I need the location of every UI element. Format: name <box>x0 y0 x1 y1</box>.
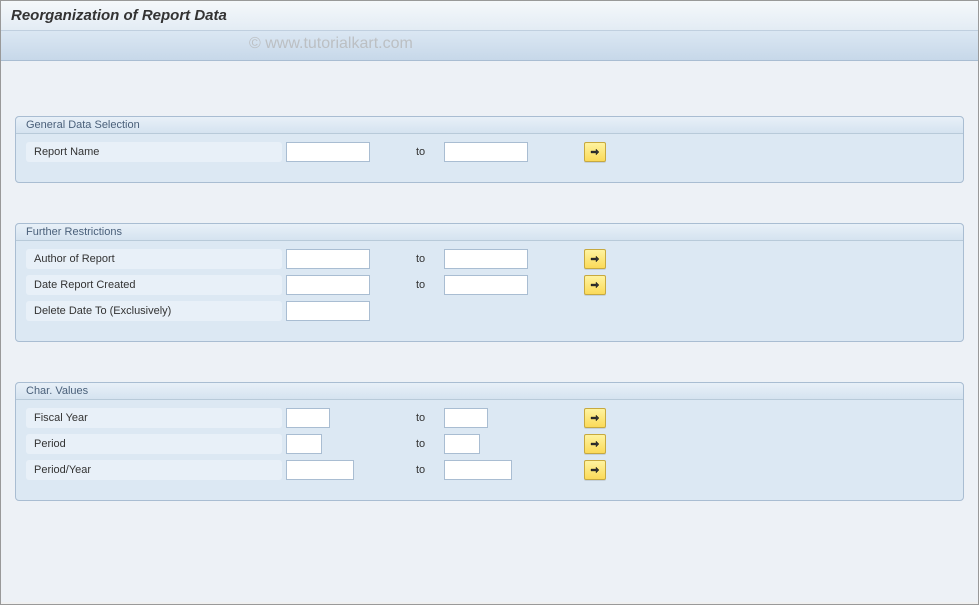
row-report-name: Report Name to <box>26 140 953 164</box>
input-period-year-to[interactable] <box>444 460 512 480</box>
row-author: Author of Report to <box>26 247 953 271</box>
range-button-date-created[interactable] <box>584 275 606 295</box>
section-further-restrictions: Further Restrictions Author of Report to <box>15 223 964 342</box>
input-delete-date[interactable] <box>286 301 370 321</box>
input-report-name-to[interactable] <box>444 142 528 162</box>
range-button-report-name[interactable] <box>584 142 606 162</box>
row-fiscal-year: Fiscal Year to <box>26 406 953 430</box>
label-delete-date: Delete Date To (Exclusively) <box>26 301 282 321</box>
label-date-created: Date Report Created <box>26 275 282 295</box>
section-general-data: General Data Selection Report Name to <box>15 116 964 183</box>
content-area: General Data Selection Report Name to <box>1 61 978 602</box>
input-fiscal-year-to[interactable] <box>444 408 488 428</box>
page-title: Reorganization of Report Data <box>11 7 227 24</box>
input-fiscal-year-from[interactable] <box>286 408 330 428</box>
arrow-right-icon <box>590 147 600 157</box>
label-to: to <box>372 253 444 265</box>
label-to: to <box>372 146 444 158</box>
input-author-from[interactable] <box>286 249 370 269</box>
section-header-further: Further Restrictions <box>16 224 963 241</box>
row-date-created: Date Report Created to <box>26 273 953 297</box>
label-author: Author of Report <box>26 249 282 269</box>
input-date-created-to[interactable] <box>444 275 528 295</box>
watermark: © www.tutorialkart.com <box>249 35 413 53</box>
range-button-fiscal-year[interactable] <box>584 408 606 428</box>
label-report-name: Report Name <box>26 142 282 162</box>
range-button-period[interactable] <box>584 434 606 454</box>
section-header-char-values: Char. Values <box>16 383 963 400</box>
input-report-name-from[interactable] <box>286 142 370 162</box>
input-period-from[interactable] <box>286 434 322 454</box>
input-date-created-from[interactable] <box>286 275 370 295</box>
label-to: to <box>372 464 444 476</box>
label-fiscal-year: Fiscal Year <box>26 408 282 428</box>
input-period-year-from[interactable] <box>286 460 354 480</box>
title-bar: Reorganization of Report Data <box>1 1 978 31</box>
arrow-right-icon <box>590 413 600 423</box>
arrow-right-icon <box>590 465 600 475</box>
section-header-general: General Data Selection <box>16 117 963 134</box>
row-period: Period to <box>26 432 953 456</box>
input-period-to[interactable] <box>444 434 480 454</box>
range-button-author[interactable] <box>584 249 606 269</box>
arrow-right-icon <box>590 439 600 449</box>
label-to: to <box>372 438 444 450</box>
label-to: to <box>372 279 444 291</box>
input-author-to[interactable] <box>444 249 528 269</box>
label-period-year: Period/Year <box>26 460 282 480</box>
row-delete-date: Delete Date To (Exclusively) <box>26 299 953 323</box>
arrow-right-icon <box>590 254 600 264</box>
label-period: Period <box>26 434 282 454</box>
toolbar: © www.tutorialkart.com <box>1 31 978 61</box>
label-to: to <box>372 412 444 424</box>
section-char-values: Char. Values Fiscal Year to Period <box>15 382 964 501</box>
arrow-right-icon <box>590 280 600 290</box>
row-period-year: Period/Year to <box>26 458 953 482</box>
range-button-period-year[interactable] <box>584 460 606 480</box>
